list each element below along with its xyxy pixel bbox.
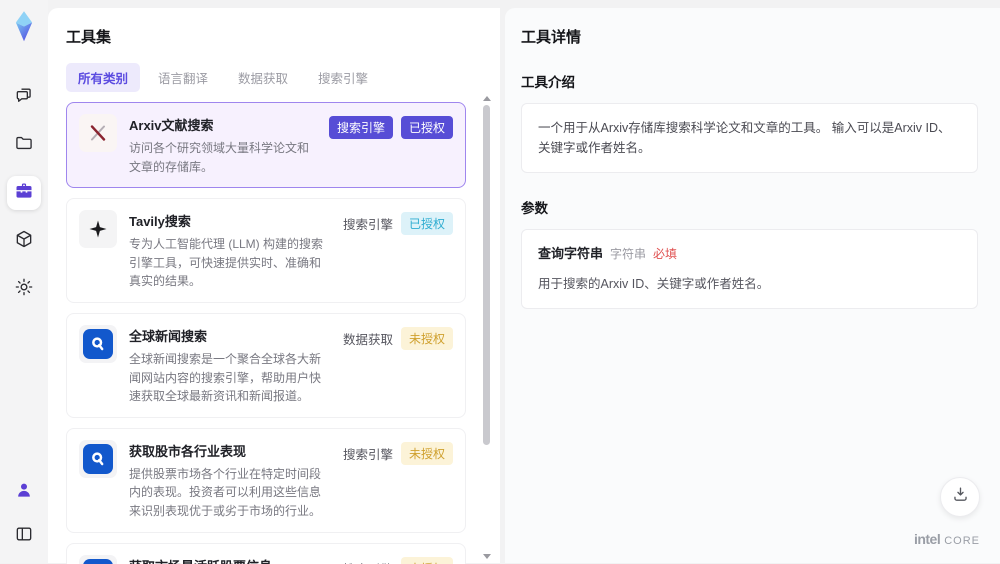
- tool-title: 获取股市各行业表现: [129, 441, 333, 460]
- sidebar-item-settings-gear-icon[interactable]: [7, 272, 41, 306]
- download-icon: [951, 485, 970, 509]
- params-heading: 参数: [521, 197, 978, 217]
- intel-core-logo: intel core: [914, 531, 980, 547]
- intro-text: 一个用于从Arxiv存储库搜索科学论文和文章的工具。 输入可以是Arxiv ID…: [538, 121, 951, 155]
- param-box: 查询字符串 字符串 必填 用于搜索的Arxiv ID、关键字或作者姓名。: [521, 229, 978, 309]
- folder-icon: [14, 133, 34, 158]
- param-type: 字符串: [610, 245, 646, 264]
- tool-detail-panel: 工具详情 工具介绍 一个用于从Arxiv存储库搜索科学论文和文章的工具。 输入可…: [505, 8, 1000, 563]
- tool-description: 全球新闻搜索是一个聚合全球各大新闻网站内容的搜索引擎，帮助用户快速获取全球最新资…: [129, 350, 333, 406]
- tool-card[interactable]: Tavily搜索 专为人工智能代理 (LLM) 构建的搜索引擎工具，可快速提供实…: [66, 198, 466, 303]
- app-logo-icon: [9, 10, 39, 42]
- intro-box: 一个用于从Arxiv存储库搜索科学论文和文章的工具。 输入可以是Arxiv ID…: [521, 103, 978, 173]
- list-scrollbar[interactable]: [482, 96, 491, 559]
- sidebar-item-user-avatar-icon[interactable]: [7, 475, 41, 509]
- sidebar-item-chat-icon[interactable]: [7, 80, 41, 114]
- core-brand-text: core: [944, 535, 980, 547]
- tool-auth-badge: 未授权: [401, 442, 453, 465]
- tool-auth-badge: 已授权: [401, 116, 453, 139]
- tavily-star-icon: [79, 210, 117, 248]
- scroll-down-arrow[interactable]: [483, 554, 491, 559]
- tool-title: 全球新闻搜索: [129, 326, 333, 345]
- tool-card[interactable]: 获取市场最活跃股票信息 提供当天交易量最高的股票列表，投资者可以利用这些信息来识…: [66, 543, 466, 564]
- blue-search-icon: [79, 325, 117, 363]
- tool-category-badge: 数据获取: [343, 329, 393, 348]
- blue-search-icon: [79, 440, 117, 478]
- tool-category-badge: 搜索引擎: [329, 116, 393, 139]
- sidebar-item-panel-toggle-icon[interactable]: [7, 519, 41, 553]
- cube-icon: [14, 229, 34, 254]
- intro-heading: 工具介绍: [521, 71, 978, 91]
- toolbox-icon: [14, 181, 34, 206]
- sidebar-item-cube-icon[interactable]: [7, 224, 41, 258]
- user-avatar-icon: [14, 480, 34, 505]
- chat-icon: [14, 85, 34, 110]
- tool-auth-badge: 已授权: [401, 212, 453, 235]
- tool-title: Tavily搜索: [129, 211, 333, 230]
- sidebar-item-toolbox-icon[interactable]: [7, 176, 41, 210]
- download-button[interactable]: [940, 477, 980, 517]
- arxiv-x-icon: [79, 114, 117, 152]
- panel-toggle-icon: [14, 524, 34, 549]
- icon-sidebar: [0, 0, 48, 563]
- scrollbar-thumb[interactable]: [483, 105, 490, 445]
- page-title: 工具集: [66, 26, 500, 47]
- tool-card[interactable]: Arxiv文献搜索 访问各个研究领域大量科学论文和文章的存储库。 搜索引擎 已授…: [66, 102, 466, 188]
- tool-description: 提供股票市场各个行业在特定时间段内的表现。投资者可以利用这些信息来识别表现优于或…: [129, 465, 333, 521]
- settings-gear-icon: [14, 277, 34, 302]
- param-required-badge: 必填: [653, 245, 677, 264]
- tool-title: Arxiv文献搜索: [129, 115, 319, 134]
- tool-card[interactable]: 获取股市各行业表现 提供股票市场各个行业在特定时间段内的表现。投资者可以利用这些…: [66, 428, 466, 533]
- param-name: 查询字符串: [538, 244, 603, 265]
- intel-brand-text: intel: [914, 531, 940, 547]
- tool-list-panel: 工具集 所有类别语言翻译数据获取搜索引擎 Arxiv文献搜索 访问各个研究领域大…: [48, 8, 500, 563]
- tool-category-badge: 搜索引擎: [343, 559, 393, 564]
- tool-list: Arxiv文献搜索 访问各个研究领域大量科学论文和文章的存储库。 搜索引擎 已授…: [66, 102, 466, 564]
- category-tabs: 所有类别语言翻译数据获取搜索引擎: [66, 63, 500, 92]
- scroll-up-arrow[interactable]: [483, 96, 491, 101]
- tab-搜索引擎[interactable]: 搜索引擎: [306, 63, 380, 92]
- tool-card[interactable]: 全球新闻搜索 全球新闻搜索是一个聚合全球各大新闻网站内容的搜索引擎，帮助用户快速…: [66, 313, 466, 418]
- tool-category-badge: 搜索引擎: [343, 214, 393, 233]
- tool-category-badge: 搜索引擎: [343, 444, 393, 463]
- detail-title: 工具详情: [521, 26, 978, 47]
- tab-所有类别[interactable]: 所有类别: [66, 63, 140, 92]
- tool-description: 专为人工智能代理 (LLM) 构建的搜索引擎工具，可快速提供实时、准确和真实的结…: [129, 235, 333, 291]
- tool-description: 访问各个研究领域大量科学论文和文章的存储库。: [129, 139, 319, 176]
- tool-auth-badge: 未授权: [401, 327, 453, 350]
- tab-数据获取[interactable]: 数据获取: [226, 63, 300, 92]
- sidebar-item-folder-icon[interactable]: [7, 128, 41, 162]
- tab-语言翻译[interactable]: 语言翻译: [146, 63, 220, 92]
- param-description: 用于搜索的Arxiv ID、关键字或作者姓名。: [538, 274, 961, 294]
